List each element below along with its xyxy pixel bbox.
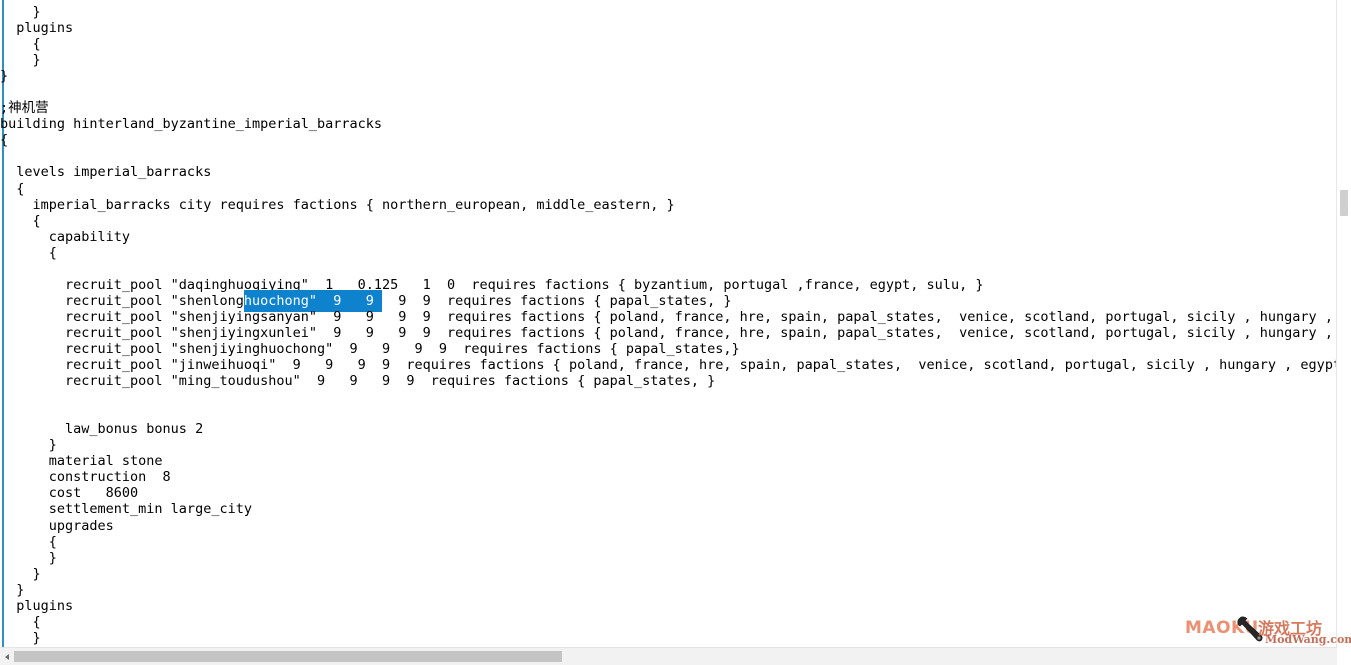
code-line[interactable]: ;神机营 xyxy=(0,100,1337,116)
code-line[interactable]: } xyxy=(0,52,1337,68)
code-line[interactable]: plugins xyxy=(0,598,1337,614)
code-line[interactable]: recruit_pool "jinweihuoqi" 9 9 9 9 requi… xyxy=(0,357,1337,373)
code-line[interactable]: cost 8600 xyxy=(0,485,1337,501)
chevron-left-icon xyxy=(5,653,9,660)
code-line[interactable]: settlement_min large_city xyxy=(0,501,1337,517)
code-line[interactable] xyxy=(0,84,1337,100)
code-line[interactable]: construction 8 xyxy=(0,469,1337,485)
code-line[interactable]: recruit_pool "daqinghuoqiying" 1 0.125 1… xyxy=(0,277,1337,293)
code-line[interactable]: levels imperial_barracks xyxy=(0,164,1337,180)
code-line[interactable]: recruit_pool "shenjiyinghuochong" 9 9 9 … xyxy=(0,341,1337,357)
code-text: 9 9 requires factions { papal_states, } xyxy=(382,292,732,309)
horizontal-scrollbar[interactable] xyxy=(0,647,1337,665)
vertical-scrollbar-thumb[interactable] xyxy=(1340,190,1348,216)
code-line[interactable]: material stone xyxy=(0,453,1337,469)
code-line[interactable]: building hinterland_byzantine_imperial_b… xyxy=(0,116,1337,132)
horizontal-scrollbar-thumb[interactable] xyxy=(14,651,562,662)
code-line[interactable]: } xyxy=(0,630,1337,646)
code-line[interactable] xyxy=(0,148,1337,164)
code-line[interactable]: } xyxy=(0,550,1337,566)
code-line[interactable]: } xyxy=(0,566,1337,582)
code-line[interactable]: plugins xyxy=(0,20,1337,36)
code-editor-window: } plugins { }} ;神机营 building hinterland_b… xyxy=(0,0,1351,665)
code-line[interactable] xyxy=(0,405,1337,421)
code-line[interactable]: { xyxy=(0,132,1337,148)
code-line[interactable]: { xyxy=(0,181,1337,197)
code-line[interactable] xyxy=(0,261,1337,277)
code-line[interactable]: { xyxy=(0,534,1337,550)
code-line[interactable]: { xyxy=(0,36,1337,52)
code-line[interactable]: recruit_pool "shenjiyingsanyan" 9 9 9 9 … xyxy=(0,309,1337,325)
code-line[interactable]: upgrades xyxy=(0,518,1337,534)
code-line[interactable]: } xyxy=(0,68,1337,84)
code-line[interactable]: } xyxy=(0,582,1337,598)
code-line[interactable]: recruit_pool "shenjiyingxunlei" 9 9 9 9 … xyxy=(0,325,1337,341)
code-line[interactable]: recruit_pool "shenlonghuochong" 9 9 9 9 … xyxy=(0,291,1337,311)
code-line[interactable]: { xyxy=(0,213,1337,229)
code-line[interactable]: capability xyxy=(0,229,1337,245)
code-content[interactable]: } plugins { }} ;神机营 building hinterland_b… xyxy=(0,4,1337,648)
code-line[interactable] xyxy=(0,389,1337,405)
selected-text[interactable]: huochong" 9 9 xyxy=(243,291,383,311)
code-line[interactable]: } xyxy=(0,4,1337,20)
code-line[interactable]: { xyxy=(0,614,1337,630)
code-line[interactable]: law_bonus bonus 2 xyxy=(0,421,1337,437)
editor-text-area[interactable]: } plugins { }} ;神机营 building hinterland_b… xyxy=(0,0,1337,648)
code-line[interactable]: recruit_pool "ming_toudushou" 9 9 9 9 re… xyxy=(0,373,1337,389)
code-text: recruit_pool "shenlong xyxy=(0,292,244,309)
vertical-scrollbar[interactable] xyxy=(1336,0,1351,665)
code-line[interactable]: imperial_barracks city requires factions… xyxy=(0,197,1337,213)
scroll-left-button[interactable] xyxy=(0,648,14,665)
code-line[interactable]: } xyxy=(0,437,1337,453)
code-line[interactable]: { xyxy=(0,245,1337,261)
